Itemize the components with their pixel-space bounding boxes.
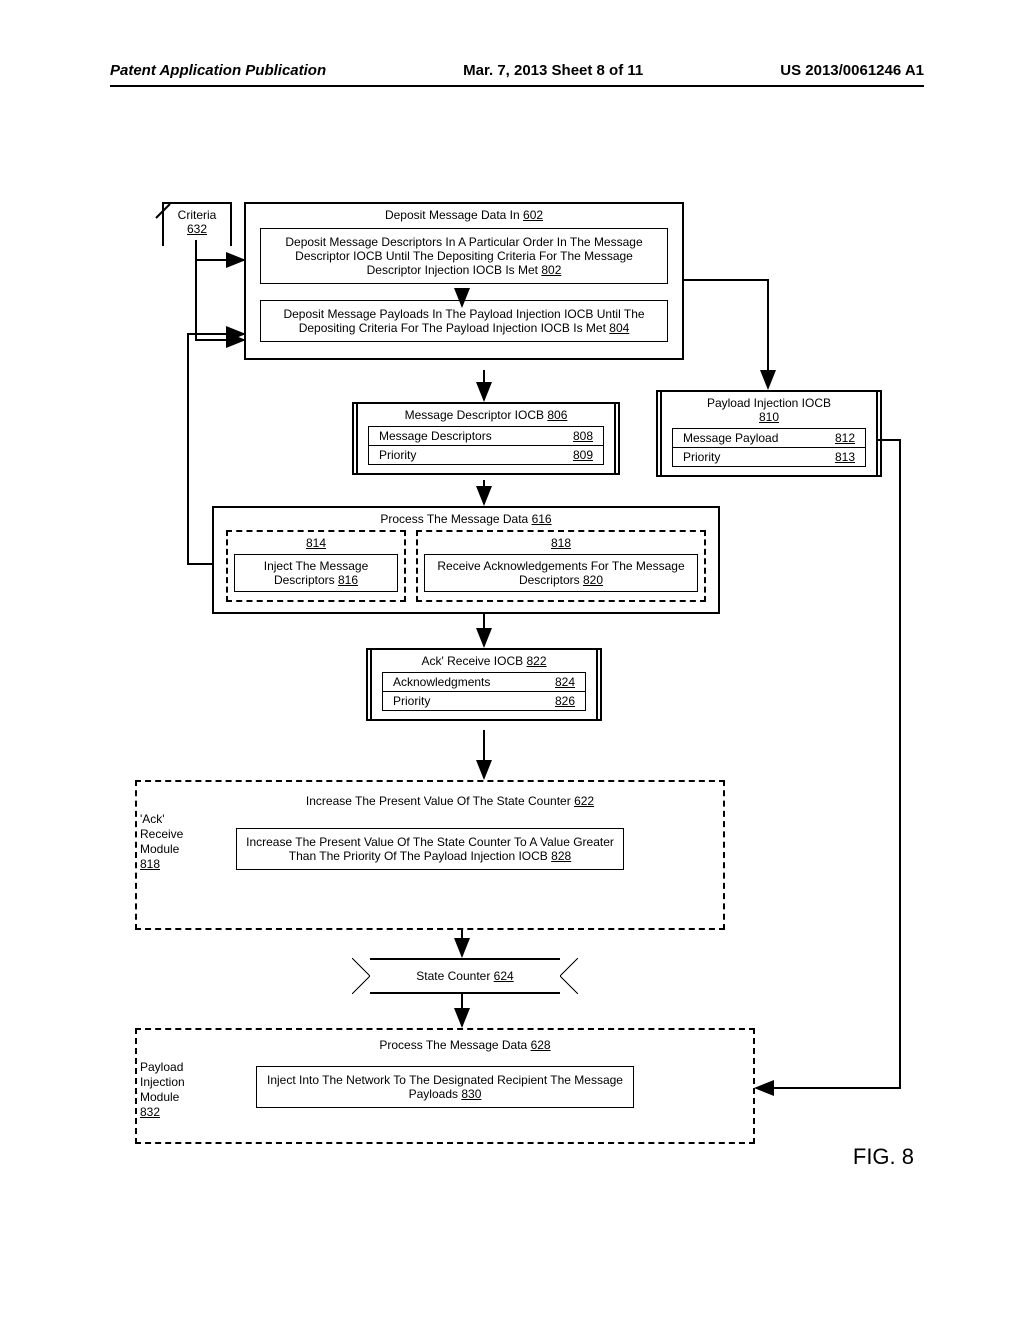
payload-row1: Message Payload	[683, 431, 778, 445]
process1-title: Process The Message Data	[380, 512, 528, 526]
process1-right-text: Receive Acknowledgements For The Message…	[437, 559, 684, 587]
page: Patent Application Publication Mar. 7, 2…	[0, 0, 1024, 1320]
ack-receive-iocb: Ack' Receive IOCB 822 Acknowledgments 82…	[370, 648, 598, 721]
ack-receive-module-label: 'Ack' Receive Module 818	[140, 812, 183, 872]
msg-desc-row2: Priority	[379, 448, 416, 462]
deposit-message-data-box: Deposit Message Data In 602 Deposit Mess…	[244, 202, 684, 360]
payload-module-l2: Injection	[140, 1075, 185, 1089]
process-message-data-628: Process The Message Data 628 Inject Into…	[135, 1028, 755, 1144]
message-descriptor-iocb: Message Descriptor IOCB 806 Message Desc…	[356, 402, 616, 475]
ack-module-ref: 818	[140, 857, 160, 871]
page-header: Patent Application Publication Mar. 7, 2…	[110, 62, 924, 87]
payload-row2-ref: 813	[835, 450, 855, 464]
process1-left-ref: 814	[306, 536, 326, 550]
ack-module-l1: 'Ack'	[140, 812, 165, 826]
process2-title: Process The Message Data	[379, 1038, 527, 1052]
state-counter-label: State Counter	[416, 969, 490, 983]
process2-inner-ref: 830	[461, 1087, 481, 1101]
ack-row1: Acknowledgments	[393, 675, 490, 689]
deposit-inner-1: Deposit Message Descriptors In A Particu…	[260, 228, 668, 284]
payload-module-l3: Module	[140, 1090, 179, 1104]
payload-module-l1: Payload	[140, 1060, 183, 1074]
ack-row1-ref: 824	[555, 675, 575, 689]
state-counter-ref: 624	[494, 969, 514, 983]
increase-state-counter-box: Increase The Present Value Of The State …	[135, 780, 725, 930]
increase-title: Increase The Present Value Of The State …	[306, 794, 571, 808]
process-message-data-616: Process The Message Data 616 814 Inject …	[212, 506, 720, 614]
process2-title-ref: 628	[531, 1038, 551, 1052]
ack-row2-ref: 826	[555, 694, 575, 708]
ack-iocb-title: Ack' Receive IOCB	[421, 654, 523, 668]
criteria-label: Criteria	[178, 208, 217, 222]
increase-inner-ref: 828	[551, 849, 571, 863]
process2-inner: Inject Into The Network To The Designate…	[256, 1066, 634, 1108]
state-counter-hex: State Counter 624	[370, 958, 560, 994]
msg-desc-row2-ref: 809	[573, 448, 593, 462]
header-left: Patent Application Publication	[110, 62, 326, 79]
deposit-inner-1-ref: 802	[541, 263, 561, 277]
payload-iocb-title-ref: 810	[759, 410, 779, 424]
deposit-inner-2-ref: 804	[609, 321, 629, 335]
deposit-inner-2: Deposit Message Payloads In The Payload …	[260, 300, 668, 342]
msg-desc-iocb-title-ref: 806	[547, 408, 567, 422]
process1-title-ref: 616	[532, 512, 552, 526]
ack-module-l2: Receive	[140, 827, 183, 841]
increase-title-ref: 622	[574, 794, 594, 808]
figure-caption: FIG. 8	[853, 1144, 914, 1170]
msg-desc-iocb-title: Message Descriptor IOCB	[405, 408, 544, 422]
msg-desc-row1: Message Descriptors	[379, 429, 492, 443]
ack-row2: Priority	[393, 694, 430, 708]
process1-left-box: 814 Inject The Message Descriptors 816	[226, 530, 406, 602]
payload-row2: Priority	[683, 450, 720, 464]
payload-module-ref: 832	[140, 1105, 160, 1119]
header-right: US 2013/0061246 A1	[780, 62, 924, 79]
ack-iocb-title-ref: 822	[526, 654, 546, 668]
header-center: Mar. 7, 2013 Sheet 8 of 11	[463, 62, 643, 79]
ack-module-l3: Module	[140, 842, 179, 856]
process1-left-text-ref: 816	[338, 573, 358, 587]
process1-right-ref: 818	[551, 536, 571, 550]
msg-desc-row1-ref: 808	[573, 429, 593, 443]
criteria-tab: Criteria 632	[162, 202, 232, 246]
process2-inner-text: Inject Into The Network To The Designate…	[267, 1073, 623, 1101]
payload-row1-ref: 812	[835, 431, 855, 445]
process1-right-text-ref: 820	[583, 573, 603, 587]
increase-inner: Increase The Present Value Of The State …	[236, 828, 624, 870]
payload-iocb-title: Payload Injection IOCB	[707, 396, 831, 410]
deposit-inner-2-text: Deposit Message Payloads In The Payload …	[283, 307, 644, 335]
process1-right-box: 818 Receive Acknowledgements For The Mes…	[416, 530, 706, 602]
criteria-ref: 632	[187, 222, 207, 236]
payload-injection-iocb: Payload Injection IOCB 810 Message Paylo…	[660, 390, 878, 477]
deposit-inner-1-text: Deposit Message Descriptors In A Particu…	[285, 235, 642, 277]
payload-injection-module-label: Payload Injection Module 832	[140, 1060, 185, 1120]
deposit-title: Deposit Message Data In	[385, 208, 520, 222]
deposit-title-ref: 602	[523, 208, 543, 222]
